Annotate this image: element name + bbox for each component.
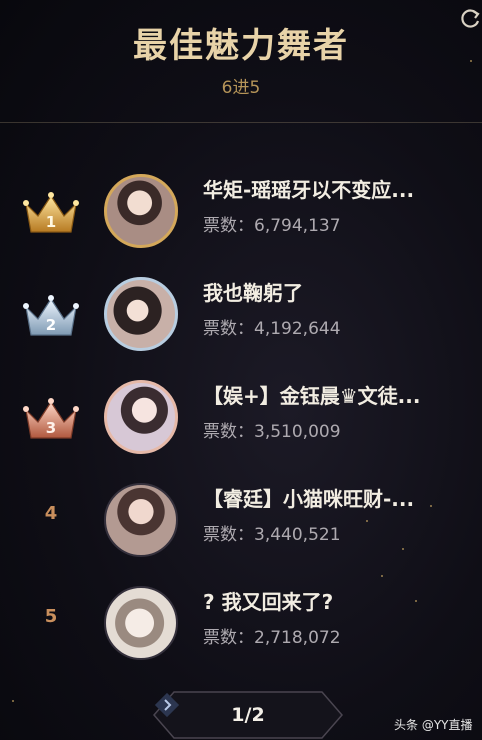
avatar[interactable] [104,277,178,351]
dancer-name: 我也鞠躬了 [203,281,303,305]
bronze-crown-icon: 3 [23,398,79,439]
next-page-button[interactable] [152,690,182,720]
ranking-row-3[interactable]: 3 【娱+】金钰晨♛文徒... 票数：3,510,009 [0,374,482,464]
gold-crown-icon: 1 [23,192,79,233]
refresh-icon[interactable] [458,6,482,30]
dancer-name: 【娱+】金钰晨♛文徒... [203,384,421,408]
vote-count: 票数：6,794,137 [203,216,341,236]
round-subtitle: 6进5 [221,78,261,98]
page-title: 最佳魅力舞者 [133,26,349,66]
dancer-name: 华矩-瑶瑶牙以不变应... [203,178,415,202]
rank-number: 5 [44,606,58,627]
avatar[interactable] [104,380,178,454]
ranking-row-4[interactable]: 4 【睿廷】小猫咪旺财-... 票数：3,440,521 [0,477,482,567]
svg-text:1: 1 [46,213,56,231]
vote-count: 票数：3,440,521 [203,525,341,545]
watermark: 头条 @YY直播 [394,718,473,732]
avatar[interactable] [104,586,178,660]
dancer-name: ? 我又回来了? [203,590,334,614]
ranking-row-5[interactable]: 5 ? 我又回来了? 票数：2,718,072 [0,580,482,670]
svg-text:2: 2 [46,316,56,334]
svg-text:3: 3 [46,419,56,437]
header: 最佳魅力舞者 6进5 [0,0,482,122]
vote-count: 票数：3,510,009 [203,422,341,442]
header-divider [0,122,482,123]
ranking-row-2[interactable]: 2 我也鞠躬了 票数：4,192,644 [0,271,482,361]
sparkle [381,575,383,577]
sparkle [12,700,14,702]
pagination: 1/2 [152,690,344,740]
vote-count: 票数：4,192,644 [203,319,341,339]
ranking-row-1[interactable]: 1 华矩-瑶瑶牙以不变应... 票数：6,794,137 [0,168,482,258]
silver-crown-icon: 2 [23,295,79,336]
avatar[interactable] [104,174,178,248]
avatar[interactable] [104,483,178,557]
vote-count: 票数：2,718,072 [203,628,341,648]
rank-number: 4 [44,503,58,524]
dancer-name: 【睿廷】小猫咪旺财-... [203,487,415,511]
